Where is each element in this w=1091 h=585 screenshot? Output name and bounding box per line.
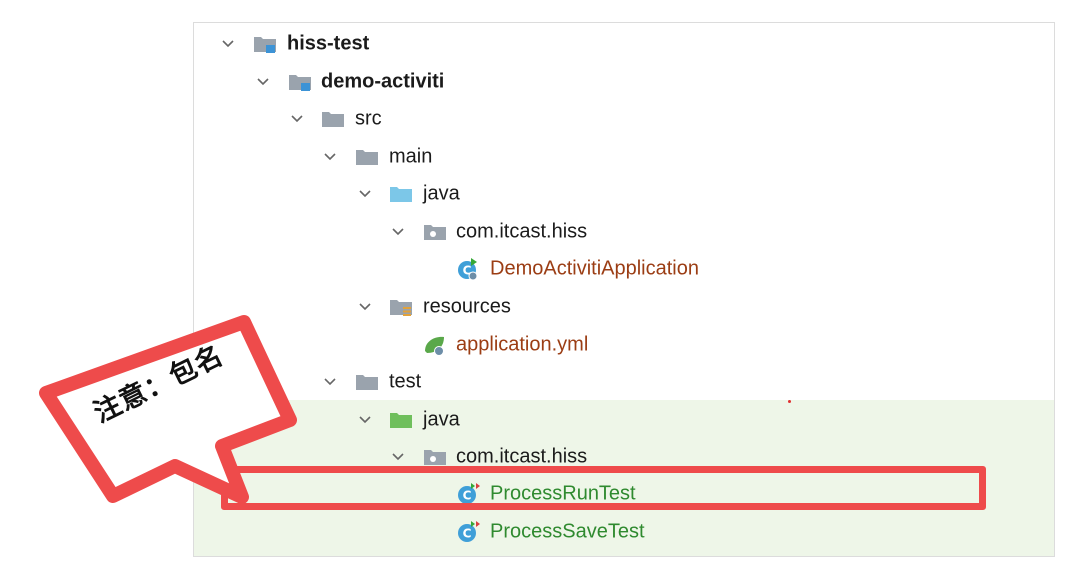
callout-bubble xyxy=(39,315,297,504)
stray-dot xyxy=(788,400,791,403)
